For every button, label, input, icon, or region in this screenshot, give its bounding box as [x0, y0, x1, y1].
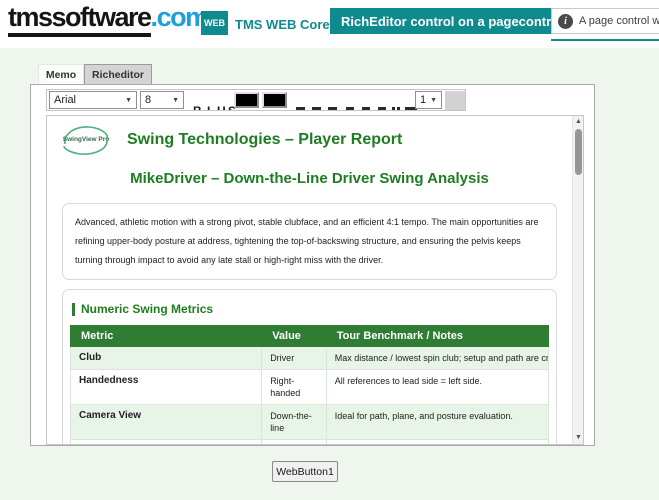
info-underline [551, 39, 659, 41]
text-color-swatch[interactable] [234, 92, 259, 108]
report-title: Swing Technologies – Player Report [127, 131, 402, 149]
report-subtitle: MikeDriver – Down-the-Line Driver Swing … [57, 170, 562, 187]
cell-notes: Changes can be more subtle and feel-orie… [326, 440, 548, 446]
font-size-select[interactable]: 8 ▼ [140, 91, 184, 109]
logo-text-black: tmssoftware [8, 2, 151, 37]
outdent-icon[interactable] [397, 107, 400, 111]
list-level-value: 1 [420, 94, 426, 106]
cell-value: Driver [262, 347, 327, 370]
bullet-list-icon[interactable] [362, 107, 370, 111]
cell-value: Right-handed [262, 370, 327, 405]
document-header: SwingView Pro Swing Technologies – Playe… [59, 122, 562, 158]
font-size-value: 8 [145, 94, 151, 106]
cell-metric: Handedness [71, 370, 262, 405]
document-content: SwingView Pro Swing Technologies – Playe… [47, 116, 572, 444]
cell-notes: Ideal for path, plane, and posture evalu… [326, 405, 548, 440]
tab-memo[interactable]: Memo [38, 64, 84, 85]
web-button-1[interactable]: WebButton1 [272, 461, 338, 482]
editor-vertical-scrollbar[interactable]: ▲ ▼ [572, 116, 583, 444]
cell-notes: All references to lead side = left side. [326, 370, 548, 405]
product-name: TMS WEB Core [235, 17, 330, 32]
align-right-icon[interactable] [328, 107, 337, 111]
chevron-down-icon: ▼ [125, 97, 132, 104]
summary-paragraph: Advanced, athletic motion with a strong … [62, 203, 557, 280]
toolbar-disabled-block [445, 91, 465, 111]
logo-text-blue: com [157, 2, 208, 32]
cell-value: Advanced (0–9) [262, 440, 327, 446]
cell-notes: Max distance / lowest spin club; setup a… [326, 347, 548, 370]
info-box[interactable]: i A page control with [551, 8, 659, 34]
underline-icon[interactable]: U [217, 104, 226, 111]
swingview-pro-logo: SwingView Pro [59, 122, 113, 158]
info-text: A page control with [579, 15, 659, 27]
column-header-metric: Metric [71, 326, 262, 347]
cell-value: Down-the-line [262, 405, 327, 440]
demo-title-button[interactable]: RichEditor control on a pagecontrol [330, 8, 574, 34]
indent-icon[interactable] [392, 107, 395, 111]
scroll-up-icon[interactable]: ▲ [573, 117, 584, 127]
table-row: Handedness Right-handed All references t… [71, 370, 549, 405]
italic-icon[interactable]: I [207, 104, 210, 111]
align-left-icon[interactable] [296, 107, 305, 111]
metrics-section: Numeric Swing Metrics Metric Value Tour … [62, 289, 557, 445]
logo-caption: SwingView Pro [59, 136, 113, 143]
cell-metric: Camera View [71, 405, 262, 440]
cell-metric: Skill Level [71, 440, 262, 446]
section-heading: Numeric Swing Metrics [72, 302, 549, 316]
bold-icon[interactable]: B [193, 104, 202, 111]
font-family-select[interactable]: Arial ▼ [49, 91, 137, 109]
swing-metrics-table: Metric Value Tour Benchmark / Notes Club… [70, 325, 549, 445]
web-core-badge-icon: WEB [201, 11, 228, 35]
richeditor-toolbar: Arial ▼ 8 ▼ B I U S 1 ▼ [46, 89, 466, 111]
align-center-icon[interactable] [312, 107, 321, 111]
justify-icon[interactable] [346, 107, 354, 111]
chevron-down-icon: ▼ [172, 97, 179, 104]
tab-richeditor[interactable]: Richeditor [84, 64, 152, 85]
column-header-value: Value [262, 326, 327, 347]
info-icon: i [558, 14, 573, 29]
cell-metric: Club [71, 347, 262, 370]
table-row: Camera View Down-the-line Ideal for path… [71, 405, 549, 440]
table-row: Skill Level Advanced (0–9) Changes can b… [71, 440, 549, 446]
highlight-color-swatch[interactable] [262, 92, 287, 108]
chevron-down-icon: ▼ [430, 97, 437, 104]
richeditor-canvas[interactable]: SwingView Pro Swing Technologies – Playe… [46, 115, 584, 445]
pagecontrol-panel: Arial ▼ 8 ▼ B I U S 1 ▼ [30, 84, 595, 446]
section-title: Numeric Swing Metrics [81, 302, 213, 316]
section-accent-bar [72, 303, 75, 316]
scrollbar-thumb[interactable] [575, 129, 582, 175]
column-header-notes: Tour Benchmark / Notes [326, 326, 548, 347]
table-row: Club Driver Max distance / lowest spin c… [71, 347, 549, 370]
site-header: tmssoftware.com WEB TMS WEB Core RichEdi… [0, 0, 659, 48]
table-header-row: Metric Value Tour Benchmark / Notes [71, 326, 549, 347]
tmssoftware-logo[interactable]: tmssoftware.com [8, 2, 208, 33]
list-level-select[interactable]: 1 ▼ [415, 91, 442, 109]
numbered-list-icon[interactable] [378, 107, 386, 111]
font-family-value: Arial [54, 94, 76, 106]
scroll-down-icon[interactable]: ▼ [573, 433, 584, 443]
